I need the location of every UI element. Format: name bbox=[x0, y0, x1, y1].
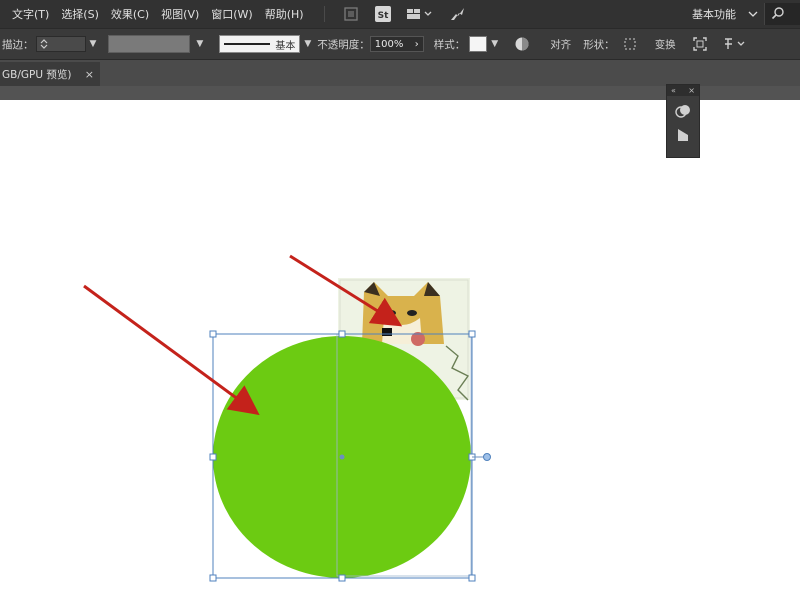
chevron-down-icon bbox=[748, 8, 758, 21]
stroke-preview bbox=[224, 43, 271, 45]
chevron-down-icon[interactable]: ▼ bbox=[196, 39, 203, 49]
opacity-label: 不透明度： bbox=[317, 38, 370, 51]
search-icon bbox=[771, 6, 785, 23]
artboard-canvas[interactable] bbox=[0, 100, 800, 600]
bridge-icon[interactable] bbox=[342, 5, 360, 23]
corner-widget-handle bbox=[483, 453, 491, 461]
resize-handle bbox=[209, 330, 217, 338]
menu-bar: 文字(T) 选择(S) 效果(C) 视图(V) 窗口(W) 帮助(H) St 基… bbox=[0, 0, 800, 28]
shape-properties-icon[interactable] bbox=[623, 37, 637, 51]
resize-handle bbox=[209, 574, 217, 582]
control-bar: 描边： ▼ ▼ 基本 ▼ 不透明度： 100% › 样式： ▼ 对齐 形状： 变… bbox=[0, 28, 800, 60]
shape-label[interactable]: 形状： bbox=[583, 37, 615, 52]
chevron-down-icon[interactable]: ▼ bbox=[304, 39, 311, 49]
opacity-value: 100% bbox=[374, 38, 404, 50]
close-icon[interactable]: × bbox=[85, 68, 94, 81]
brush-definition-dropdown[interactable]: 基本 bbox=[219, 35, 301, 53]
align-button[interactable]: 对齐 bbox=[550, 37, 571, 52]
menu-select[interactable]: 选择(S) bbox=[55, 6, 105, 22]
search-input[interactable] bbox=[764, 3, 800, 25]
stroke-label: 描边： bbox=[2, 38, 34, 51]
menu-view[interactable]: 视图(V) bbox=[155, 6, 205, 22]
menu-list: 文字(T) 选择(S) 效果(C) 视图(V) 窗口(W) 帮助(H) bbox=[0, 6, 310, 22]
dog-eye-left bbox=[386, 310, 396, 316]
floating-panel-dock: « × bbox=[666, 84, 700, 158]
collapse-icon[interactable]: « bbox=[671, 86, 676, 95]
annotation-arrow-circle bbox=[83, 284, 260, 416]
resize-handle bbox=[338, 330, 346, 338]
document-tab-title: GB/GPU 预览) bbox=[2, 68, 72, 81]
menu-text[interactable]: 文字(T) bbox=[6, 6, 55, 22]
variable-width-field[interactable] bbox=[108, 35, 191, 53]
transform-button[interactable]: 变换 bbox=[655, 37, 676, 52]
center-point bbox=[339, 454, 345, 460]
menu-separator bbox=[323, 6, 325, 22]
gpu-performance-icon[interactable] bbox=[448, 5, 466, 23]
dog-eye-right bbox=[407, 310, 417, 316]
panel-header[interactable]: « × bbox=[667, 85, 699, 96]
document-tab[interactable]: GB/GPU 预览) × bbox=[0, 62, 100, 86]
close-icon[interactable]: × bbox=[688, 86, 695, 95]
recolor-artwork-icon[interactable] bbox=[514, 36, 530, 52]
graphic-style-swatch[interactable] bbox=[469, 36, 488, 52]
stock-icon[interactable]: St bbox=[374, 5, 392, 23]
chevron-down-icon[interactable]: ▼ bbox=[90, 39, 97, 49]
distribute-icon[interactable] bbox=[722, 36, 748, 52]
style-label: 样式： bbox=[433, 38, 466, 51]
arrange-documents-icon[interactable] bbox=[406, 5, 434, 23]
resize-handle bbox=[468, 574, 476, 582]
resize-handle bbox=[209, 453, 217, 461]
stroke-weight-field[interactable] bbox=[35, 36, 86, 52]
svg-text:St: St bbox=[377, 11, 388, 21]
workspace-switcher[interactable]: 基本功能 bbox=[692, 4, 758, 24]
menu-effect[interactable]: 效果(C) bbox=[105, 6, 155, 22]
chevron-right-icon: › bbox=[414, 38, 419, 50]
stroke-profile-label: 基本 bbox=[275, 40, 296, 52]
menu-window[interactable]: 窗口(W) bbox=[205, 6, 258, 22]
artwork bbox=[83, 254, 491, 582]
chevron-down-icon[interactable]: ▼ bbox=[491, 39, 498, 49]
resize-handle bbox=[468, 330, 476, 338]
appearance-icon[interactable] bbox=[673, 102, 693, 120]
workspace-label: 基本功能 bbox=[692, 8, 736, 21]
dog-nose bbox=[382, 328, 392, 336]
isolate-object-icon[interactable] bbox=[692, 36, 708, 52]
stepper-icon bbox=[40, 39, 47, 49]
document-tab-bar: GB/GPU 预览) × bbox=[0, 60, 800, 86]
menu-help[interactable]: 帮助(H) bbox=[259, 6, 310, 22]
layers-icon[interactable] bbox=[673, 126, 693, 144]
opacity-field[interactable]: 100% › bbox=[369, 36, 424, 52]
resize-handle bbox=[338, 574, 346, 582]
